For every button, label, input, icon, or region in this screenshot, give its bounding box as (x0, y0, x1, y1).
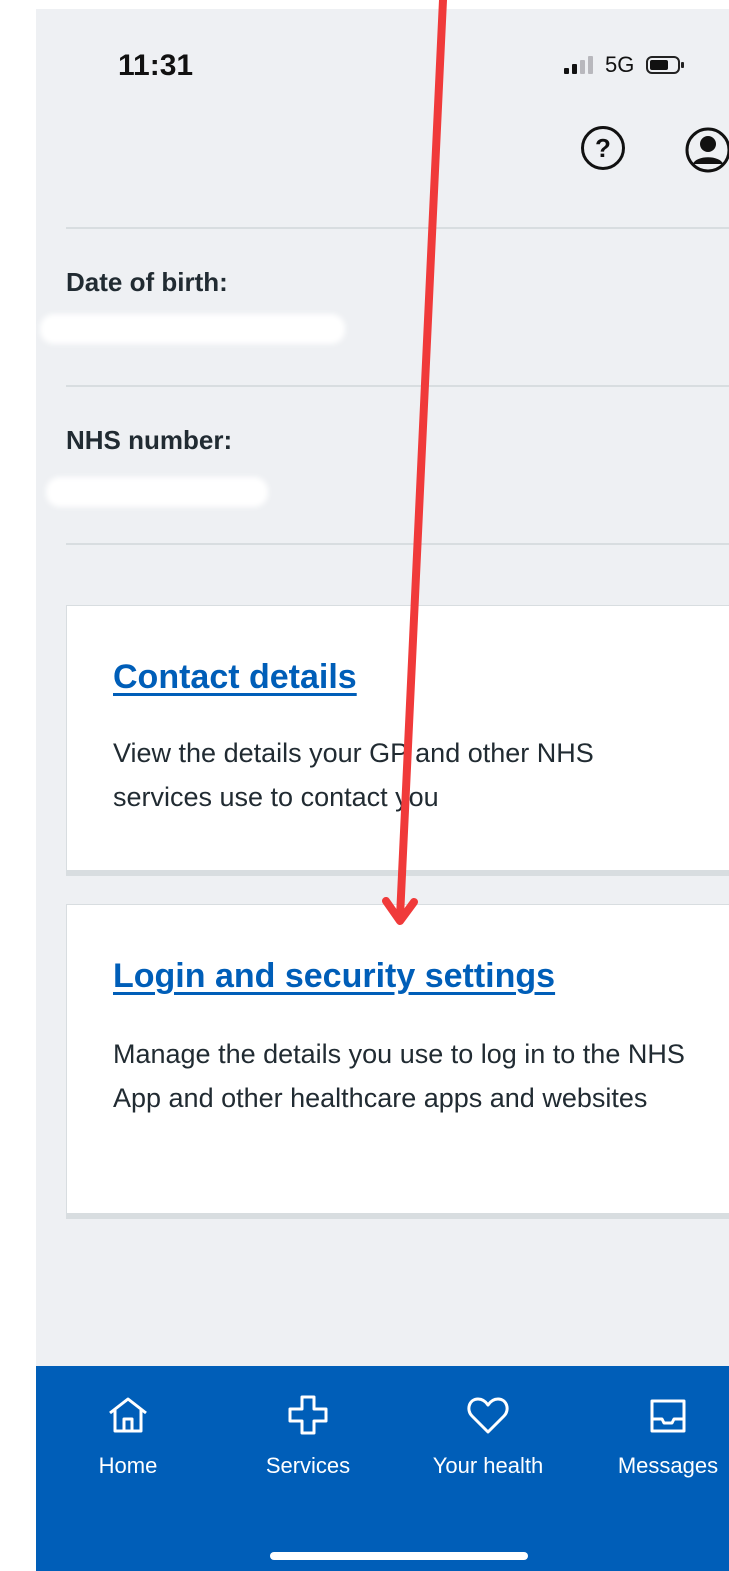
nav-your-health-label: Your health (432, 1453, 544, 1478)
profile-icon[interactable] (684, 126, 729, 174)
signal-icon (564, 56, 593, 74)
help-icon[interactable]: ? (581, 126, 625, 170)
login-security-card[interactable]: Login and security settings Manage the d… (66, 904, 729, 1219)
divider (66, 543, 729, 545)
nav-your-health[interactable]: Your health (408, 1391, 568, 1479)
contact-details-description: View the details your GP and other NHS s… (113, 738, 594, 812)
nav-services[interactable]: Services (228, 1391, 388, 1479)
home-icon (109, 1397, 147, 1433)
app-screen: 11:31 5G ? Date of birth: NHS number: Co… (36, 9, 729, 1571)
nav-messages-label: Messages (617, 1453, 719, 1478)
nav-services-label: Services (265, 1453, 351, 1478)
home-indicator (270, 1552, 528, 1560)
login-security-description: Manage the details you use to log in to … (113, 1039, 685, 1113)
nav-home[interactable]: Home (48, 1391, 208, 1479)
dob-label: Date of birth: (66, 267, 228, 297)
battery-icon (646, 56, 685, 74)
heart-icon (467, 1397, 509, 1434)
contact-details-card[interactable]: Contact details View the details your GP… (66, 605, 729, 876)
status-time: 11:31 (118, 49, 194, 82)
login-security-link[interactable]: Login and security settings (113, 957, 555, 996)
nav-home-label: Home (98, 1453, 158, 1478)
inbox-icon (650, 1399, 686, 1433)
divider (66, 385, 729, 387)
status-indicators: 5G (564, 47, 685, 83)
bottom-navigation: Home Services Your health Messages (36, 1366, 729, 1571)
nhs-number-label: NHS number: (66, 425, 233, 455)
contact-details-link[interactable]: Contact details (113, 658, 357, 697)
plus-cross-icon (288, 1395, 328, 1435)
nav-messages[interactable]: Messages (588, 1391, 729, 1479)
divider (66, 227, 729, 229)
network-type: 5G (605, 52, 635, 77)
redacted-dob-value (40, 314, 345, 344)
redacted-nhs-number-value (46, 477, 268, 507)
